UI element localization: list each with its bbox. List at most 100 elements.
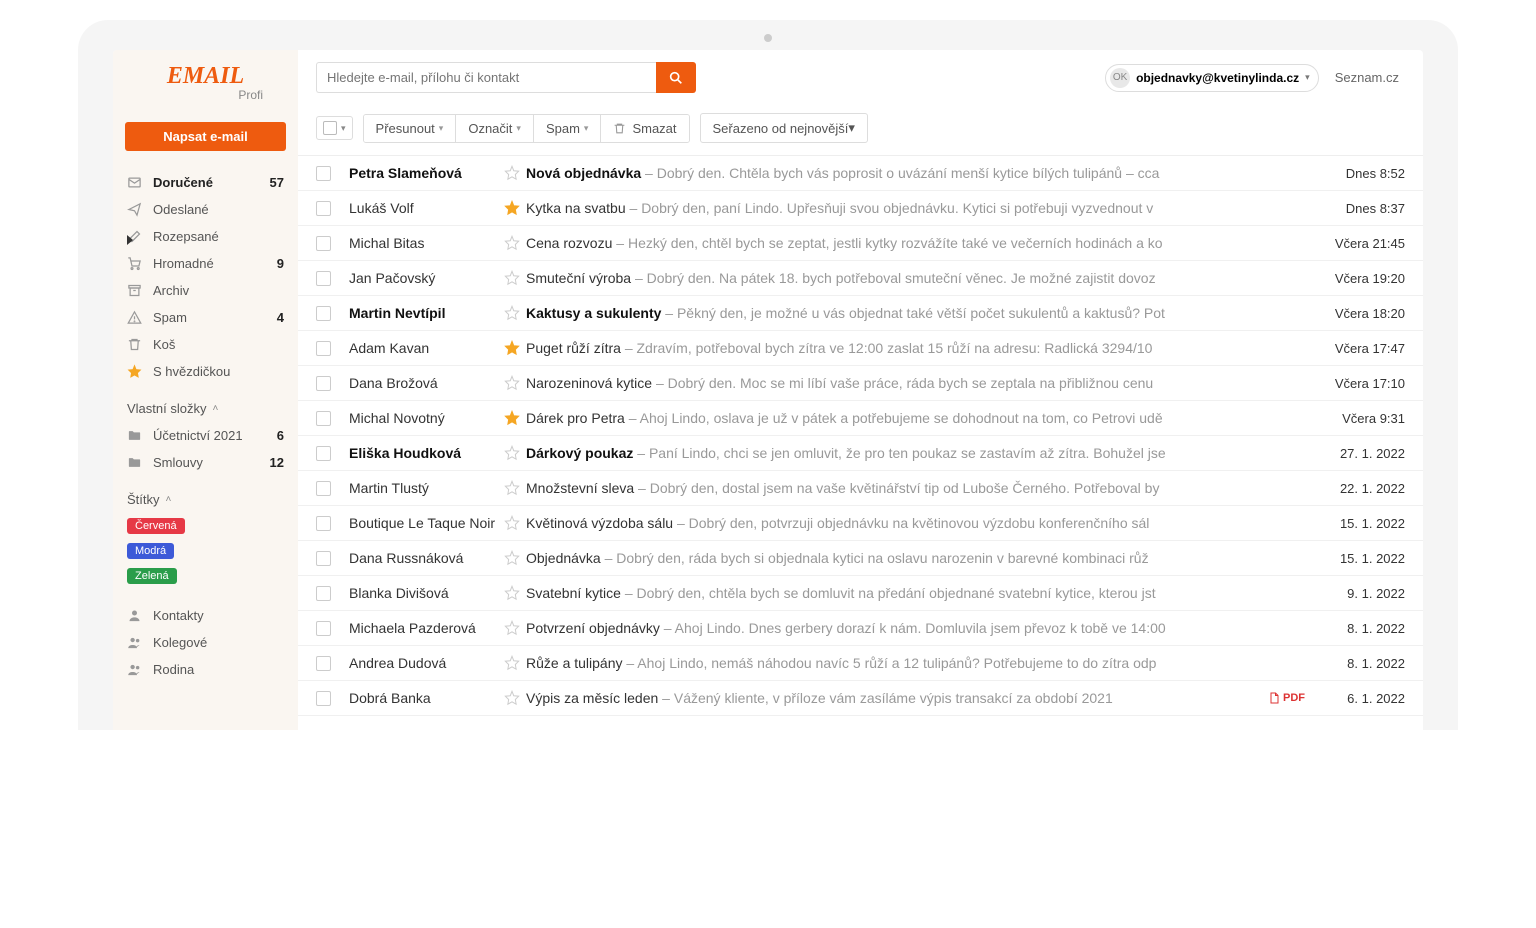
account-switcher[interactable]: OK objednavky@kvetinylinda.cz ▾ [1105, 64, 1319, 92]
row-checkbox[interactable] [316, 656, 331, 671]
star-toggle[interactable] [504, 550, 526, 566]
sidebar-folder-rozepsané[interactable]: Rozepsané [113, 223, 298, 250]
subject: Svatební kytice [526, 585, 621, 601]
delete-button[interactable]: Smazat [601, 115, 688, 142]
date: 6. 1. 2022 [1315, 691, 1405, 706]
search-input[interactable] [316, 62, 656, 93]
email-row[interactable]: Andrea Dudová Růže a tulipány – Ahoj Lin… [298, 646, 1423, 681]
folder-count: 12 [270, 455, 284, 470]
row-checkbox[interactable] [316, 306, 331, 321]
subject: Dárek pro Petra [526, 410, 625, 426]
email-row[interactable]: Michal Novotný Dárek pro Petra – Ahoj Li… [298, 401, 1423, 436]
star-toggle[interactable] [504, 270, 526, 286]
email-row[interactable]: Lukáš Volf Kytka na svatbu – Dobrý den, … [298, 191, 1423, 226]
email-row[interactable]: Boutique Le Taque Noir Květinová výzdoba… [298, 506, 1423, 541]
star-toggle[interactable] [504, 620, 526, 636]
sidebar-folder-koš[interactable]: Koš [113, 331, 298, 358]
subject: Objednávka [526, 550, 601, 566]
email-row[interactable]: Dana Russnáková Objednávka – Dobrý den, … [298, 541, 1423, 576]
sidebar-custom-folder[interactable]: Smlouvy12 [113, 449, 298, 476]
move-button[interactable]: Přesunout▾ [364, 115, 457, 142]
sidebar-folder-archiv[interactable]: Archiv [113, 277, 298, 304]
sort-button[interactable]: Seřazeno od nejnovější▾ [700, 113, 868, 143]
brand-link[interactable]: Seznam.cz [1329, 70, 1405, 85]
row-checkbox[interactable] [316, 516, 331, 531]
row-checkbox[interactable] [316, 271, 331, 286]
preview: – Dobrý den, potvrzuji objednávku na kvě… [673, 515, 1149, 531]
email-row[interactable]: Petra Slameňová Nová objednávka – Dobrý … [298, 156, 1423, 191]
star-toggle[interactable] [504, 200, 526, 216]
star-toggle[interactable] [504, 165, 526, 181]
row-checkbox[interactable] [316, 481, 331, 496]
star-toggle[interactable] [504, 515, 526, 531]
sidebar-group[interactable]: Rodina [113, 656, 298, 683]
star-toggle[interactable] [504, 480, 526, 496]
group-label: Rodina [153, 662, 194, 677]
account-badge: OK [1110, 68, 1130, 88]
email-row[interactable]: Dana Brožová Narozeninová kytice – Dobrý… [298, 366, 1423, 401]
star-toggle[interactable] [504, 585, 526, 601]
row-checkbox[interactable] [316, 341, 331, 356]
search-icon [668, 70, 684, 86]
star-toggle[interactable] [504, 655, 526, 671]
folder-label: Rozepsané [153, 229, 219, 244]
email-row[interactable]: Adam Kavan Puget růží zítra – Zdravím, p… [298, 331, 1423, 366]
sidebar-folder-hromadné[interactable]: Hromadné9 [113, 250, 298, 277]
email-row[interactable]: Martin Nevtípil Kaktusy a sukulenty – Pě… [298, 296, 1423, 331]
sender: Andrea Dudová [349, 655, 504, 671]
sidebar-group[interactable]: Kontakty [113, 602, 298, 629]
star-toggle[interactable] [504, 235, 526, 251]
star-toggle[interactable] [504, 305, 526, 321]
row-checkbox[interactable] [316, 551, 331, 566]
row-checkbox[interactable] [316, 691, 331, 706]
row-checkbox[interactable] [316, 586, 331, 601]
row-checkbox[interactable] [316, 446, 331, 461]
select-all-checkbox[interactable]: ▾ [316, 116, 353, 140]
star-toggle[interactable] [504, 340, 526, 356]
search [316, 62, 696, 93]
folder-count: 6 [277, 428, 284, 443]
date: Včera 17:47 [1315, 341, 1405, 356]
custom-folders-heading[interactable]: Vlastní složky ˄ [113, 385, 298, 422]
logo: EMAIL Profi [113, 64, 298, 114]
email-row[interactable]: Michal Bitas Cena rozvozu – Hezký den, c… [298, 226, 1423, 261]
star-toggle[interactable] [504, 410, 526, 426]
row-checkbox[interactable] [316, 621, 331, 636]
row-checkbox[interactable] [316, 411, 331, 426]
group-label: Kolegové [153, 635, 207, 650]
email-row[interactable]: Martin Tlustý Množstevní sleva – Dobrý d… [298, 471, 1423, 506]
mark-button[interactable]: Označit▾ [456, 115, 534, 142]
tags-heading[interactable]: Štítky ˄ [113, 476, 298, 513]
collapse-triangle-icon[interactable] [127, 235, 133, 245]
preview: – Hezký den, chtěl bych se zeptat, jestl… [612, 235, 1162, 251]
date: 15. 1. 2022 [1315, 516, 1405, 531]
star-toggle[interactable] [504, 375, 526, 391]
email-row[interactable]: Eliška Houdková Dárkový poukaz – Paní Li… [298, 436, 1423, 471]
email-row[interactable]: Jan Pačovský Smuteční výroba – Dobrý den… [298, 261, 1423, 296]
tag[interactable]: Červená [127, 518, 185, 534]
spam-button[interactable]: Spam▾ [534, 115, 602, 142]
row-checkbox[interactable] [316, 376, 331, 391]
email-row[interactable]: Blanka Divišová Svatební kytice – Dobrý … [298, 576, 1423, 611]
preview: – Ahoj Lindo. Dnes gerbery dorazí k nám.… [660, 620, 1166, 636]
row-checkbox[interactable] [316, 236, 331, 251]
chevron-down-icon: ▾ [341, 123, 346, 134]
chevron-down-icon: ▾ [848, 120, 855, 136]
compose-button[interactable]: Napsat e-mail [125, 122, 286, 151]
sidebar-folder-s hvězdičkou[interactable]: S hvězdičkou [113, 358, 298, 385]
email-row[interactable]: Michaela Pazderová Potvrzení objednávky … [298, 611, 1423, 646]
subject: Nová objednávka [526, 165, 641, 181]
star-toggle[interactable] [504, 690, 526, 706]
sidebar-group[interactable]: Kolegové [113, 629, 298, 656]
tag[interactable]: Zelená [127, 568, 177, 584]
sidebar-folder-spam[interactable]: Spam4 [113, 304, 298, 331]
email-row[interactable]: Dobrá Banka Výpis za měsíc leden – Vážen… [298, 681, 1423, 716]
sidebar-folder-doručené[interactable]: Doručené57 [113, 169, 298, 196]
sidebar-folder-odeslané[interactable]: Odeslané [113, 196, 298, 223]
search-button[interactable] [656, 62, 696, 93]
star-toggle[interactable] [504, 445, 526, 461]
tag[interactable]: Modrá [127, 543, 174, 559]
row-checkbox[interactable] [316, 201, 331, 216]
row-checkbox[interactable] [316, 166, 331, 181]
sidebar-custom-folder[interactable]: Účetnictví 20216 [113, 422, 298, 449]
